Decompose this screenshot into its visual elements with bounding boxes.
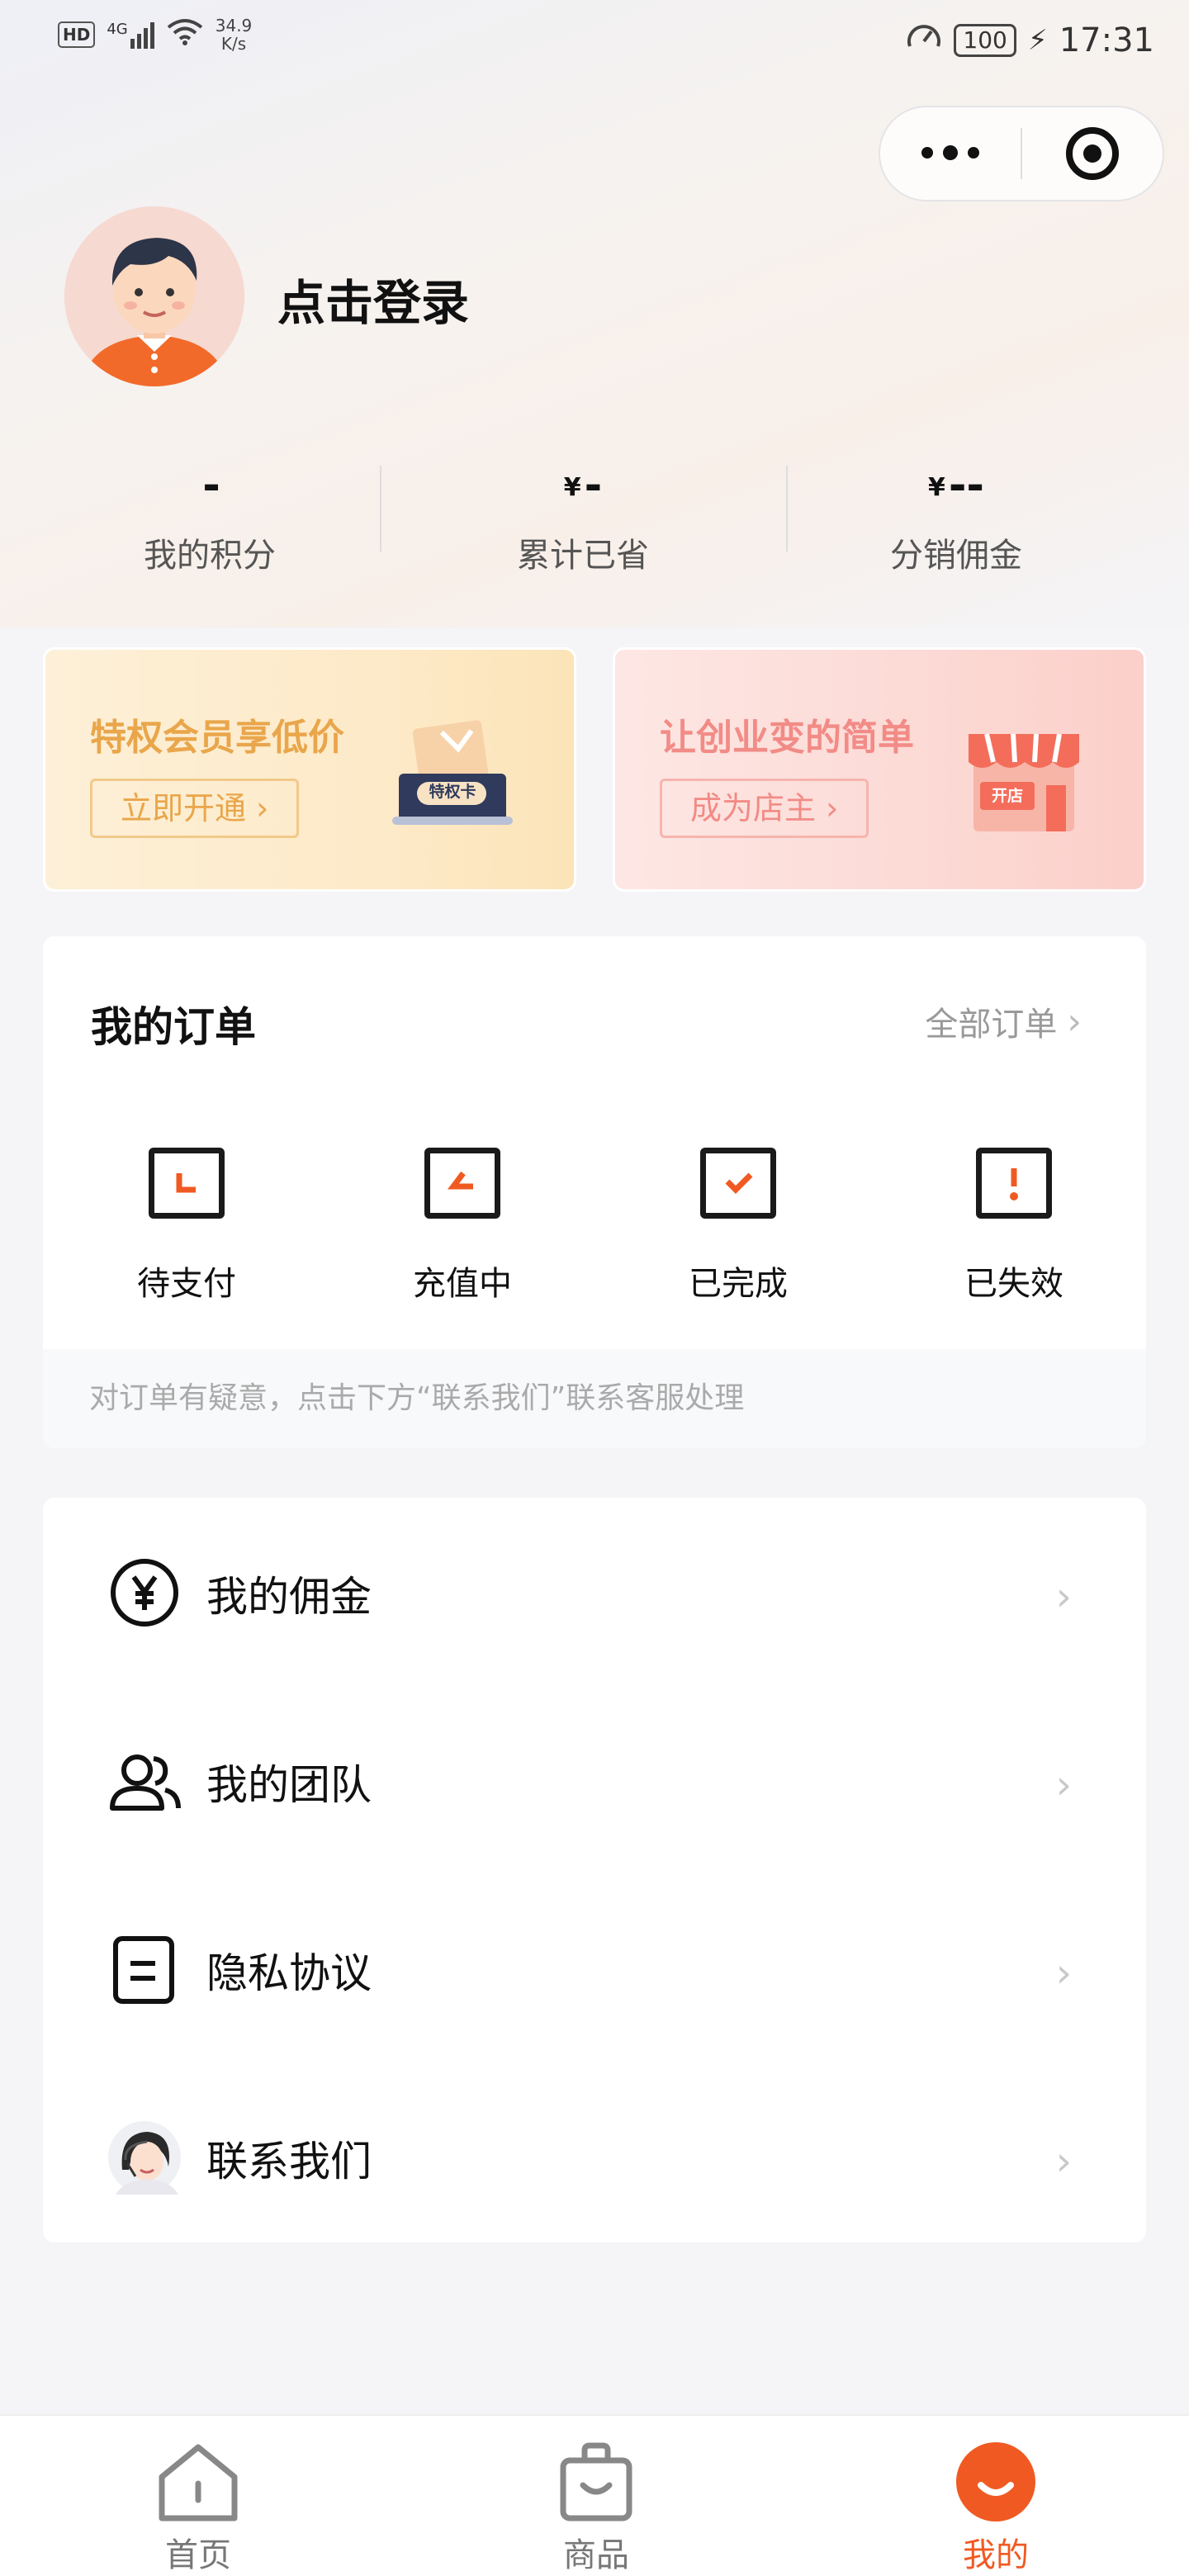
bottom-tab-bar: 首页 商品 我的 xyxy=(0,2414,1189,2576)
login-link[interactable]: 点击登录 xyxy=(277,264,469,334)
privilege-card-icon: 特权卡 xyxy=(392,716,516,840)
stats-row: - 我的积分 ¥- 累计已省 ¥-- 分销佣金 xyxy=(0,454,1189,594)
expired-icon xyxy=(976,1148,1052,1219)
speedometer-icon xyxy=(906,20,942,61)
orders-notice: 对订单有疑意，点击下方“联系我们”联系客服处理 xyxy=(43,1349,1146,1448)
status-left: HD 4G 34.9 K/s xyxy=(58,17,252,53)
network-speed: 34.9 K/s xyxy=(216,17,253,53)
menu-item-label: 隐私协议 xyxy=(206,1949,372,1997)
all-orders-link[interactable]: 全部订单 › xyxy=(925,997,1082,1045)
stat-divider xyxy=(380,466,381,552)
chevron-right-icon: › xyxy=(1055,1950,1072,1996)
stat-label: 累计已省 xyxy=(517,537,649,575)
more-options-button[interactable] xyxy=(880,145,1021,160)
stat-number: -- xyxy=(948,461,985,510)
cartoon-avatar-icon xyxy=(64,206,244,386)
stat-number: - xyxy=(584,461,603,510)
order-status-completed[interactable]: 已完成 xyxy=(639,1148,837,1305)
chevron-right-icon: › xyxy=(1067,1000,1082,1043)
signal-icon: 4G xyxy=(107,21,154,49)
stat-number: - xyxy=(202,461,220,510)
become-owner-button[interactable]: 成为店主 › xyxy=(660,779,869,838)
recharging-icon xyxy=(424,1148,500,1219)
menu-item-label: 我的团队 xyxy=(206,1761,372,1809)
privilege-card-text: 特权卡 xyxy=(429,783,476,801)
target-icon xyxy=(1066,127,1119,180)
profile-smile-icon xyxy=(953,2439,1039,2525)
menu-item-team[interactable]: 我的团队 › xyxy=(43,1686,1146,1874)
stat-value: - xyxy=(20,454,400,517)
order-status-label: 已完成 xyxy=(689,1265,788,1303)
status-bar: HD 4G 34.9 K/s 100 ⚡ 17:31 xyxy=(0,0,1189,83)
close-mini-program-button[interactable] xyxy=(1022,127,1163,180)
stat-points[interactable]: - 我的积分 xyxy=(20,454,400,576)
orders-title: 我的订单 xyxy=(91,1003,256,1051)
tab-label: 我的 xyxy=(963,2536,1029,2574)
hd-badge: HD xyxy=(58,21,96,48)
status-right: 100 ⚡ 17:31 xyxy=(906,20,1154,61)
tab-label: 首页 xyxy=(165,2536,231,2574)
vip-banner-title: 特权会员享低价 xyxy=(90,717,344,759)
shop-banner-title: 让创业变的简单 xyxy=(660,717,914,759)
avatar[interactable] xyxy=(64,206,244,386)
shop-banner[interactable]: 让创业变的简单 成为店主 › 开店 xyxy=(613,647,1146,892)
home-icon xyxy=(155,2439,241,2525)
network-type: 4G xyxy=(107,21,128,38)
pending-payment-icon xyxy=(149,1148,225,1219)
order-status-label: 已失效 xyxy=(964,1265,1063,1303)
stat-divider xyxy=(786,466,788,552)
order-status-recharging[interactable]: 充值中 xyxy=(363,1148,561,1305)
document-icon xyxy=(107,1932,182,2006)
storefront-icon: 开店 xyxy=(962,716,1086,840)
order-status-label: 待支付 xyxy=(137,1265,236,1303)
menu-item-contact[interactable]: 联系我们 › xyxy=(43,2062,1146,2242)
orders-card: 我的订单 全部订单 › 待支付 充值中 已完成 已失效 对订单有疑意，点击下方“… xyxy=(43,936,1146,1448)
open-store-text: 开店 xyxy=(991,787,1023,805)
chevron-right-icon: › xyxy=(1055,1574,1072,1620)
dot-icon xyxy=(943,145,958,160)
speed-value: 34.9 xyxy=(215,16,253,36)
mini-program-capsule xyxy=(879,106,1164,201)
battery-level: 100 xyxy=(954,24,1016,57)
customer-service-avatar-icon xyxy=(107,2120,182,2195)
tab-label: 商品 xyxy=(563,2536,629,2574)
dot-icon xyxy=(921,147,933,159)
speed-unit: K/s xyxy=(220,34,247,54)
charging-icon: ⚡ xyxy=(1027,24,1048,57)
tab-home[interactable]: 首页 xyxy=(99,2439,297,2576)
order-status-expired[interactable]: 已失效 xyxy=(915,1148,1113,1305)
vip-banner[interactable]: 特权会员享低价 立即开通 › 特权卡 xyxy=(43,647,576,892)
menu-item-commission[interactable]: 我的佣金 › xyxy=(43,1498,1146,1686)
order-status-pending[interactable]: 待支付 xyxy=(88,1148,286,1305)
completed-icon xyxy=(700,1148,776,1219)
all-orders-label: 全部订单 xyxy=(925,1006,1058,1044)
dot-icon xyxy=(968,147,979,159)
wifi-icon xyxy=(166,17,204,53)
menu-card: 我的佣金 › 我的团队 › 隐私协议 › 联系我们 › xyxy=(43,1498,1146,2242)
stat-value: ¥- xyxy=(393,454,773,517)
stat-value: ¥-- xyxy=(766,454,1146,517)
menu-item-label: 我的佣金 xyxy=(206,1573,372,1621)
menu-item-label: 联系我们 xyxy=(206,2138,372,2185)
currency-symbol: ¥ xyxy=(927,473,945,502)
open-vip-button[interactable]: 立即开通 › xyxy=(90,779,300,838)
tab-profile[interactable]: 我的 xyxy=(897,2439,1095,2576)
stat-saved[interactable]: ¥- 累计已省 xyxy=(393,454,773,576)
order-status-label: 充值中 xyxy=(413,1265,512,1303)
stat-label: 我的积分 xyxy=(144,537,276,575)
clock: 17:31 xyxy=(1059,21,1154,59)
currency-symbol: ¥ xyxy=(563,473,581,502)
team-icon xyxy=(107,1744,182,1818)
tab-products[interactable]: 商品 xyxy=(497,2439,695,2576)
menu-item-privacy[interactable]: 隐私协议 › xyxy=(43,1874,1146,2062)
stat-label: 分销佣金 xyxy=(890,537,1022,575)
yuan-icon xyxy=(107,1556,182,1630)
stat-commission[interactable]: ¥-- 分销佣金 xyxy=(766,454,1146,576)
chevron-right-icon: › xyxy=(1055,2138,1072,2185)
shopping-bag-icon xyxy=(553,2439,639,2525)
chevron-right-icon: › xyxy=(1055,1762,1072,1808)
